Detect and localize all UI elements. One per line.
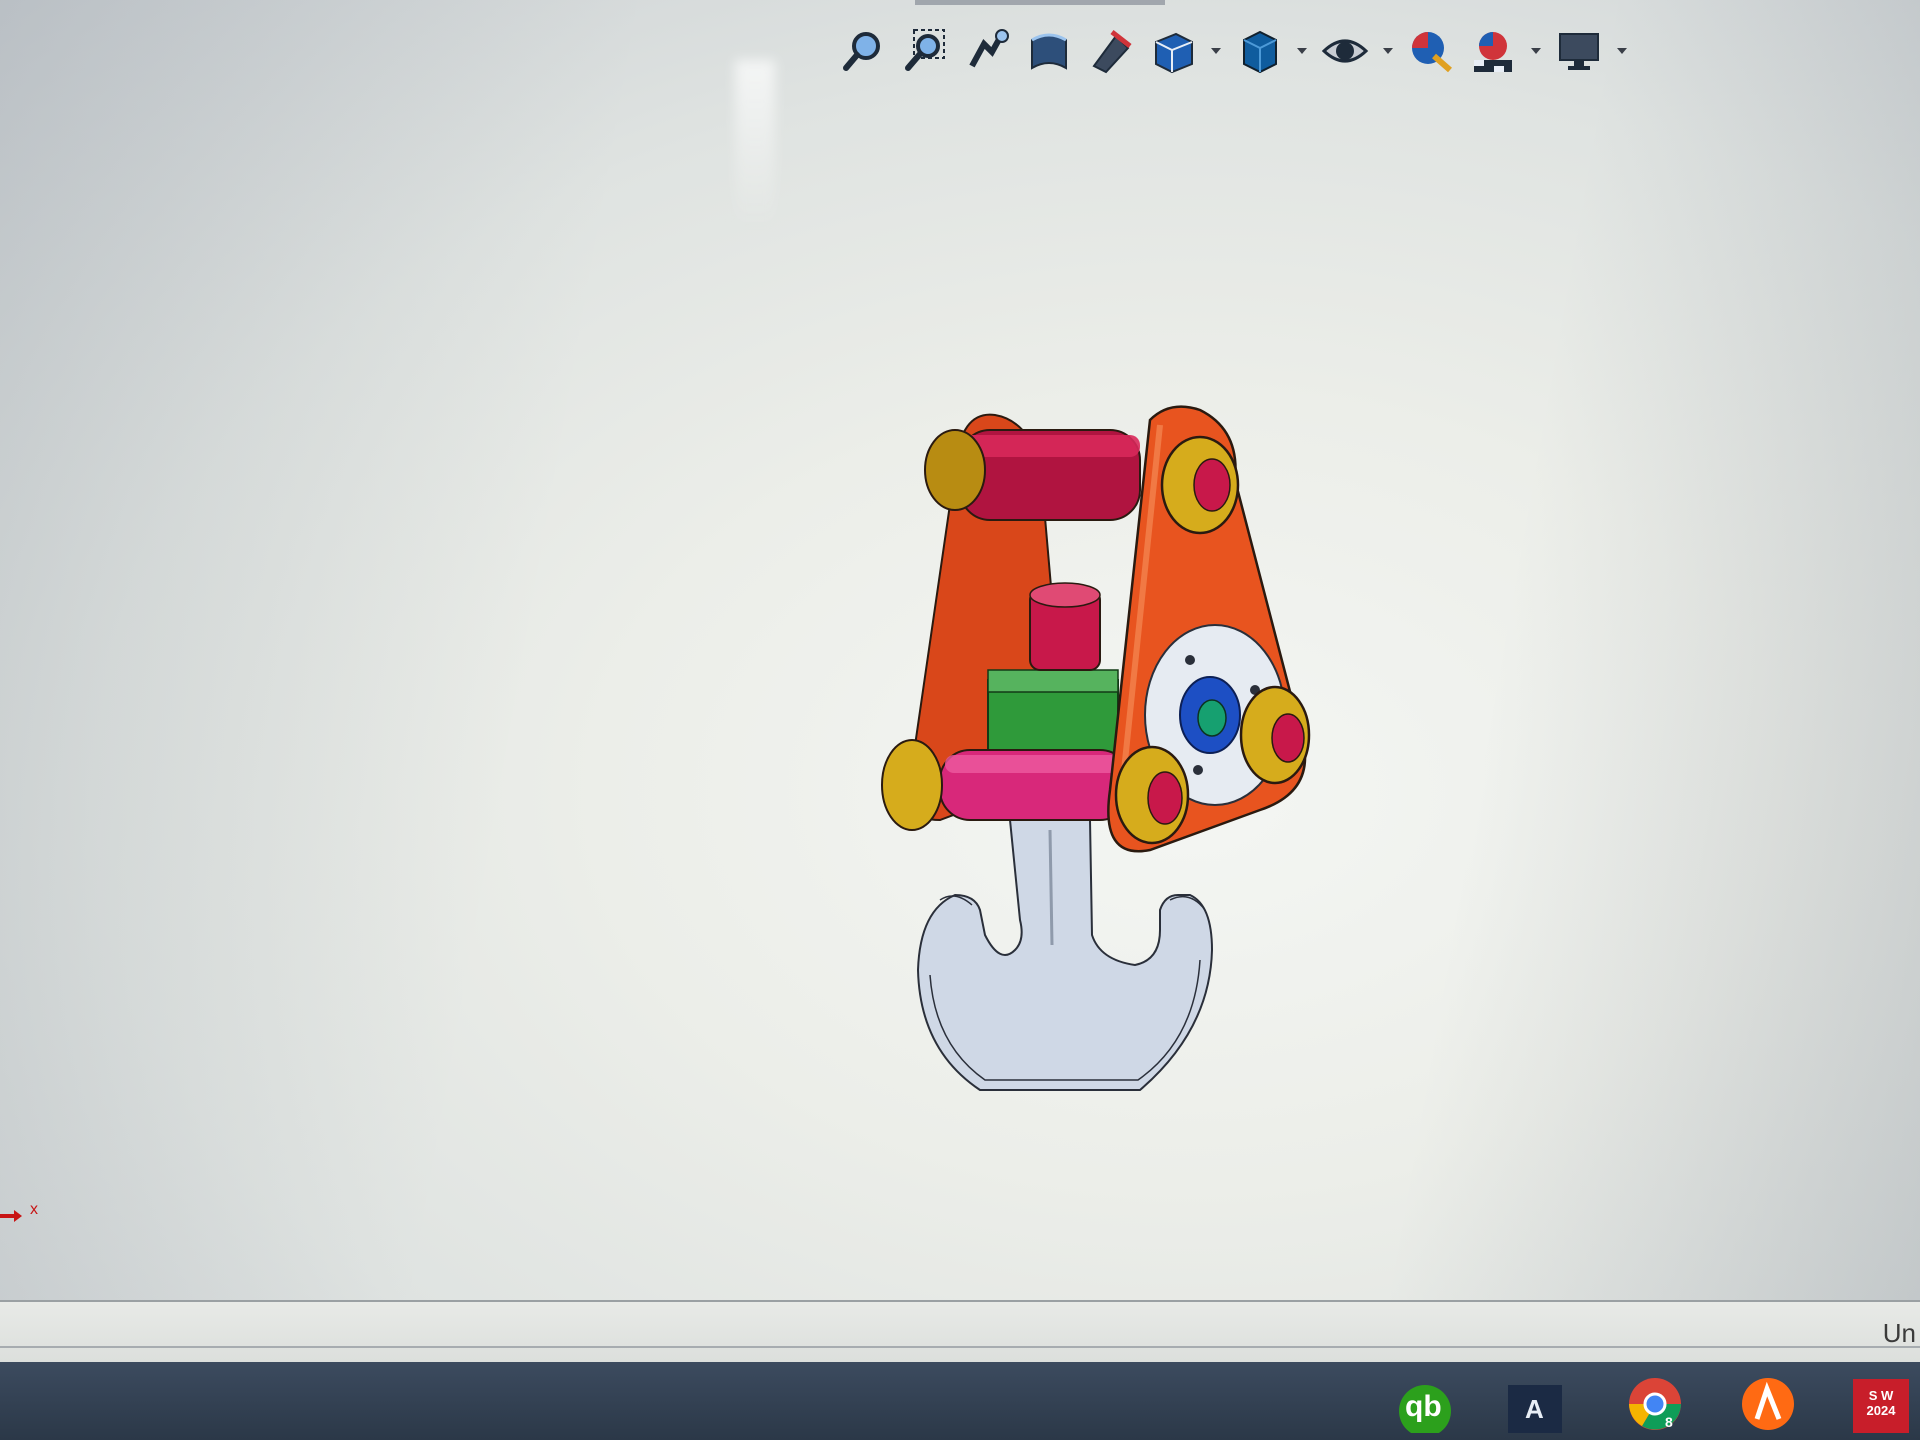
status-divider [0,1346,1920,1348]
autocad-icon[interactable]: A [1505,1374,1565,1434]
heads-up-view-toolbar [835,18,1631,84]
status-bar: Un [0,1300,1920,1362]
svg-text:x: x [30,1201,38,1218]
edit-appearance-icon[interactable] [1403,23,1459,79]
toolbar-edge [915,0,1165,5]
view-settings-dropdown[interactable] [1613,23,1631,79]
reference-triad-icon: x [0,1201,38,1222]
solidworks-label: S W 2024 [1866,1388,1896,1418]
zoom-to-fit-icon[interactable] [835,23,891,79]
graphics-area[interactable]: x [0,0,1920,1310]
quickbooks-icon[interactable]: qb [1395,1374,1455,1434]
chrome-icon[interactable]: 8 [1625,1374,1685,1434]
front-bottom-nut[interactable] [1114,745,1190,845]
apply-scene-dropdown[interactable] [1527,23,1545,79]
hide-show-items-icon[interactable] [1317,23,1373,79]
section-view-icon[interactable] [1021,23,1077,79]
units-status[interactable]: Un [1883,1318,1916,1349]
zoom-to-area-icon[interactable] [897,23,953,79]
windows-taskbar: qb A 8 S W 2024 [0,1362,1920,1440]
bottom-pin[interactable] [939,749,1131,821]
autocad-label: A [1525,1394,1544,1424]
hide-show-dropdown[interactable] [1379,23,1397,79]
view-orientation-icon[interactable] [1145,23,1201,79]
hook-assembly-model[interactable] [860,390,1320,1110]
dynamic-annotation-views-icon[interactable] [1083,23,1139,79]
apply-scene-icon[interactable] [1465,23,1521,79]
view-settings-icon[interactable] [1551,23,1607,79]
view-orientation-dropdown[interactable] [1207,23,1225,79]
previous-view-icon[interactable] [959,23,1015,79]
chrome-badge: 8 [1665,1414,1673,1430]
front-top-nut[interactable] [1160,435,1240,535]
display-style-icon[interactable] [1231,23,1287,79]
front-right-nut[interactable] [1239,685,1311,785]
quickbooks-label: qb [1405,1390,1442,1423]
back-top-nut[interactable] [924,429,986,511]
top-pin[interactable] [959,429,1141,521]
solidworks-icon[interactable]: S W 2024 [1850,1374,1910,1434]
screen-glare [735,60,775,230]
hook-part[interactable] [916,819,1214,1091]
display-style-dropdown[interactable] [1293,23,1311,79]
back-bottom-nut[interactable] [881,739,943,831]
avast-icon[interactable] [1738,1374,1798,1434]
